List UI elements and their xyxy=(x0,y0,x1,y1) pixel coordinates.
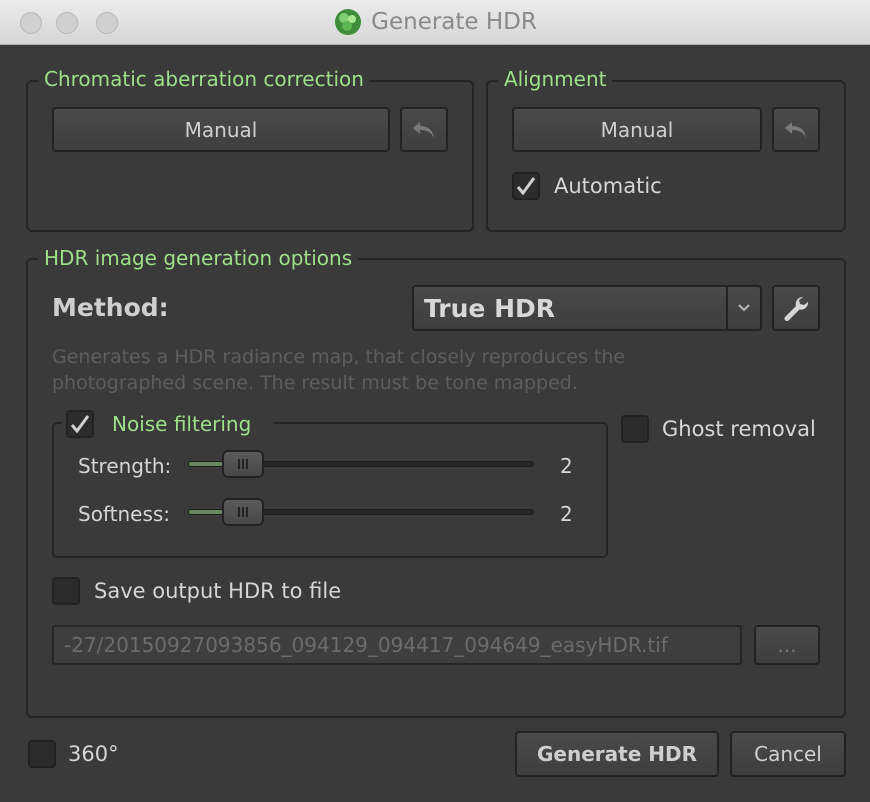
strength-label: Strength: xyxy=(78,454,172,478)
alignment-group xyxy=(486,80,846,232)
wrench-icon xyxy=(784,296,809,321)
ghost-removal-label: Ghost removal xyxy=(662,417,816,441)
method-description-line2: photographed scene. The result must be t… xyxy=(52,372,578,394)
alignment-title: Alignment xyxy=(498,67,613,91)
automatic-checkbox[interactable] xyxy=(512,172,540,200)
softness-slider-handle[interactable] xyxy=(222,498,264,526)
noise-filtering-checkbox[interactable] xyxy=(66,410,94,438)
chevron-down-icon xyxy=(738,304,750,312)
strength-value: 2 xyxy=(560,454,573,478)
chromatic-reset-button[interactable] xyxy=(400,107,448,152)
softness-value: 2 xyxy=(560,502,573,526)
method-description-line1: Generates a HDR radiance map, that close… xyxy=(52,346,626,368)
panorama-360-label: 360° xyxy=(68,742,119,766)
automatic-label: Automatic xyxy=(554,174,662,198)
generate-hdr-button[interactable]: Generate HDR xyxy=(515,731,719,777)
hdr-options-title: HDR image generation options xyxy=(38,246,359,270)
undo-arrow-icon xyxy=(785,121,806,138)
undo-arrow-icon xyxy=(413,121,434,138)
alignment-reset-button[interactable] xyxy=(772,107,820,152)
method-label: Method: xyxy=(52,293,169,322)
browse-button[interactable]: ... xyxy=(754,625,820,665)
alignment-manual-button[interactable]: Manual xyxy=(512,107,762,152)
method-settings-button[interactable] xyxy=(772,285,820,331)
cancel-button[interactable]: Cancel xyxy=(730,731,846,777)
save-output-checkbox[interactable] xyxy=(52,577,80,605)
noise-filtering-group xyxy=(52,422,608,558)
easyhdr-app-icon xyxy=(335,9,362,35)
noise-filtering-label: Noise filtering xyxy=(112,412,252,436)
checkmark-icon xyxy=(70,415,90,434)
output-path-field[interactable]: -27/20150927093856_094129_094417_094649_… xyxy=(52,625,742,665)
ghost-removal-checkbox[interactable] xyxy=(621,415,649,443)
chromatic-manual-button[interactable]: Manual xyxy=(52,107,390,152)
method-select-value: True HDR xyxy=(424,293,556,323)
chromatic-aberration-title: Chromatic aberration correction xyxy=(38,67,370,91)
method-select[interactable]: True HDR xyxy=(412,285,762,331)
save-output-label: Save output HDR to file xyxy=(94,579,342,603)
chromatic-aberration-group xyxy=(26,80,474,232)
window-title: Generate HDR xyxy=(371,9,537,35)
strength-slider-handle[interactable] xyxy=(222,450,264,478)
checkmark-icon xyxy=(516,177,536,196)
softness-label: Softness: xyxy=(78,502,171,526)
title-bar: Generate HDR xyxy=(0,0,870,45)
panorama-360-checkbox[interactable] xyxy=(28,740,56,768)
